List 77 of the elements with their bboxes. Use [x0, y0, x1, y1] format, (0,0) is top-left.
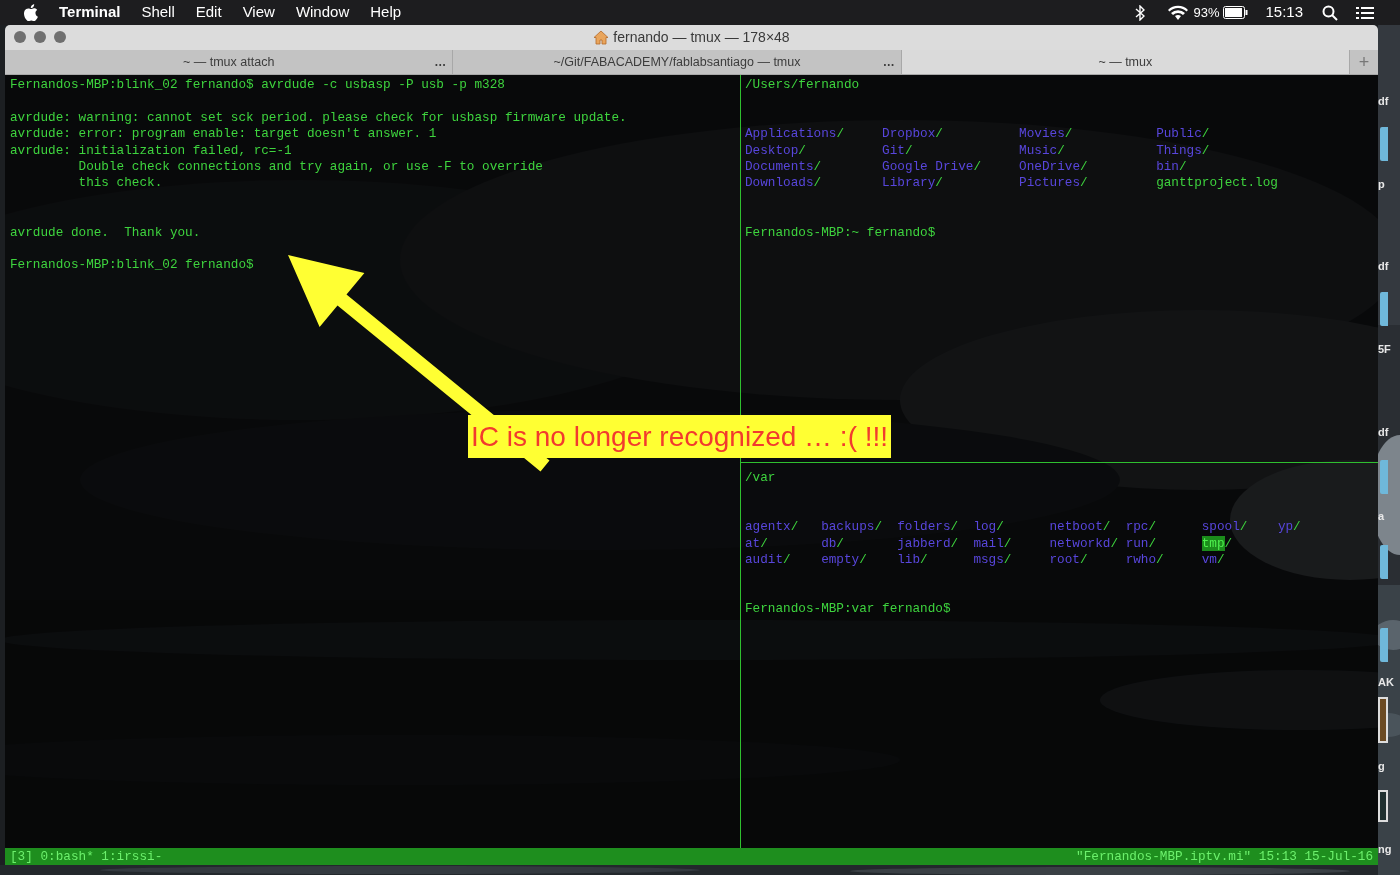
directory-entry: rwho/: [1125, 551, 1164, 567]
terminal-line: Fernandos-MBP:blink_02 fernando$ avrdude -c usbasp -P usb -p m328: [10, 77, 505, 94]
annotation-label: IC is no longer recognized … :( !!!: [468, 415, 892, 458]
menu-item[interactable]: View: [242, 1, 275, 24]
directory-entry: backups/: [821, 519, 883, 535]
search-icon[interactable]: [1322, 4, 1338, 21]
directory-entry: Movies/: [1019, 126, 1073, 142]
status-info: "Fernandos-MBP.iptv.mi" 15:13 15-Jul-16: [1076, 848, 1373, 866]
directory-entry: Pictures/: [1019, 175, 1088, 191]
directory-entry: rpc/: [1125, 519, 1157, 535]
directory-entry: log/: [973, 519, 1004, 535]
directory-entry: Dropbox/: [882, 126, 943, 142]
window-list: [3] 0:bash* 1:irssi-: [10, 847, 163, 867]
directory-entry: run/: [1125, 535, 1157, 551]
window-title: fernando — tmux — 178×48: [613, 28, 790, 47]
menu-item[interactable]: Edit: [195, 1, 222, 24]
wifi-icon[interactable]: [1167, 4, 1190, 21]
directory-entry: bin/: [1156, 158, 1187, 174]
menu-item[interactable]: Window: [295, 1, 350, 24]
close-button[interactable]: [14, 31, 26, 43]
directory-entry: audit/: [745, 551, 791, 567]
list-icon[interactable]: [1356, 5, 1374, 20]
terminal-line: /Users/fernando: [745, 77, 860, 94]
directory-entry: Desktop/: [745, 142, 806, 158]
menu-item[interactable]: Shell: [141, 1, 175, 24]
terminal-line: Fernandos-MBP:blink_02 fernando$: [10, 257, 254, 274]
minimize-button[interactable]: [34, 31, 46, 43]
directory-entry: yp/: [1277, 519, 1301, 535]
directory-entry: Applications/: [745, 126, 844, 142]
directory-entry: Library/: [882, 175, 943, 191]
directory-entry: lib/: [897, 551, 928, 567]
directory-entry: jabberd/: [897, 535, 959, 551]
directory-entry: Documents/: [745, 158, 822, 174]
apple-icon[interactable]: [23, 4, 38, 21]
directory-entry: folders/: [897, 519, 959, 535]
directory-entry: vm/: [1201, 551, 1225, 567]
directory-entry: root/: [1049, 551, 1088, 567]
directory-entry: Downloads/: [745, 175, 822, 191]
terminal-line: Fernandos-MBP:~ fernando$: [745, 224, 936, 241]
more-icon[interactable]: …: [434, 53, 447, 71]
menu-item[interactable]: Help: [370, 1, 402, 24]
terminal-line: Double check connections and try again, or use -F to override: [77, 159, 543, 176]
directory-entry: netboot/: [1049, 519, 1111, 535]
directory-entry: OneDrive/: [1019, 158, 1088, 174]
tab[interactable]: ~ — tmux: [901, 50, 1350, 74]
directory-entry: empty/: [821, 551, 867, 567]
terminal-line: avrdude: initialization failed, rc=-1: [10, 142, 292, 159]
directory-entry: mail/: [973, 535, 1012, 551]
tab[interactable]: ~/Git/FABACADEMY/fablabsantiago — tmux …: [453, 50, 902, 74]
directory-entry: Things/: [1156, 142, 1210, 158]
terminal-line: avrdude done. Thank you.: [10, 224, 201, 241]
directory-entry: spool/: [1201, 519, 1248, 535]
home-icon: [593, 30, 610, 45]
directory-entry: Public/: [1156, 126, 1210, 142]
terminal-line: Fernandos-MBP:var fernando$: [745, 601, 951, 618]
directory-entry: Music/: [1019, 142, 1065, 158]
terminal-line: /var: [745, 470, 776, 487]
terminal-line: this check.: [77, 175, 163, 192]
more-icon[interactable]: …: [882, 53, 895, 71]
directory-entry: at/: [745, 535, 768, 551]
directory-entry: tmp/: [1201, 535, 1233, 551]
app-menu[interactable]: Terminal: [59, 1, 121, 24]
directory-entry: networkd/: [1049, 535, 1119, 551]
zoom-button[interactable]: [54, 31, 66, 43]
file-entry: ganttproject.log: [1156, 175, 1278, 191]
battery-icon[interactable]: [1223, 6, 1249, 19]
directory-entry: agentx/: [745, 519, 799, 535]
bluetooth-icon[interactable]: [1135, 4, 1146, 21]
directory-entry: db/: [821, 535, 844, 551]
directory-entry: Git/: [882, 142, 913, 158]
terminal-line: avrdude: warning: cannot set sck period. please check for usbasp firmware update.: [10, 109, 627, 127]
tab[interactable]: ~ — tmux attach …: [5, 50, 454, 74]
battery-percent: 93%: [1193, 3, 1220, 22]
menu-clock[interactable]: 15:13: [1265, 1, 1303, 24]
terminal-line: avrdude: error: program enable: target doesn't answer. 1: [10, 126, 437, 143]
directory-entry: msgs/: [973, 551, 1012, 567]
directory-entry: Google Drive/: [882, 158, 982, 174]
